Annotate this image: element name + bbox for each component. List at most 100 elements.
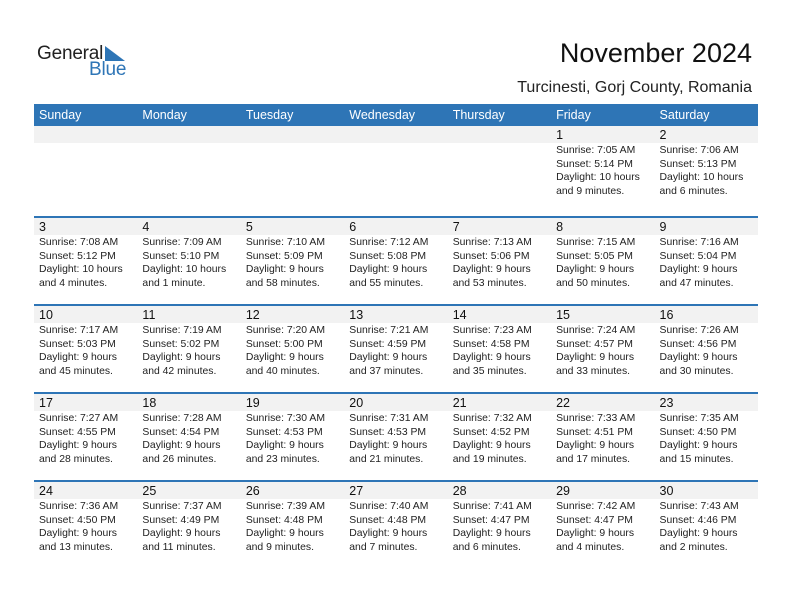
- sunrise-text: Sunrise: 7:08 AM: [39, 237, 119, 248]
- weekday-header-row: Sunday Monday Tuesday Wednesday Thursday Frid…: [34, 104, 758, 126]
- sunrise-text: Sunrise: 7:31 AM: [349, 413, 429, 424]
- day-sun-info: Sunrise: 7:39 AM Sunset: 4:48 PM Daylight:…: [246, 499, 344, 554]
- daylight-text: and 40 minutes.: [245, 365, 320, 377]
- daylight-text: and 1 minute.: [142, 277, 206, 289]
- day-sun-info: Sunrise: 7:42 AM Sunset: 4:47 PM Daylight:…: [556, 499, 654, 554]
- daylight-text: and 50 minutes.: [556, 277, 631, 289]
- day-sun-info: Sunrise: 7:43 AM Sunset: 4:46 PM Daylight:…: [660, 499, 758, 554]
- empty-day-cell: [137, 126, 240, 216]
- daylight-text: Daylight: 9 hours: [39, 528, 117, 539]
- day-number: 28: [447, 482, 552, 499]
- day-number: 21: [447, 394, 552, 411]
- day-cell: 7 Sunrise: 7:13 AM Sunset: 5:06 PM Daylight…: [447, 218, 552, 304]
- day-cell: 9 Sunrise: 7:16 AM Sunset: 5:04 PM Daylight…: [654, 218, 758, 304]
- day-sun-info: Sunrise: 7:36 AM Sunset: 4:50 PM Daylight:…: [39, 499, 137, 554]
- sunrise-text: Sunrise: 7:39 AM: [245, 501, 325, 512]
- daylight-text: and 30 minutes.: [659, 365, 734, 377]
- day-sun-info: Sunrise: 7:05 AM Sunset: 5:14 PM Daylight:…: [556, 143, 654, 198]
- day-number: 25: [137, 482, 241, 499]
- day-cell: 29 Sunrise: 7:42 AM Sunset: 4:47 PM Dayligh…: [551, 482, 655, 568]
- empty-day-cell: [34, 126, 137, 216]
- sunset-text: Sunset: 4:55 PM: [39, 426, 116, 438]
- daylight-text: and 53 minutes.: [452, 277, 527, 289]
- day-cell: 11 Sunrise: 7:19 AM Sunset: 5:02 PM Dayligh…: [137, 306, 241, 392]
- day-number: 27: [344, 482, 448, 499]
- sunset-text: Sunset: 4:54 PM: [142, 426, 220, 438]
- week-row: 3 Sunrise: 7:08 AM Sunset: 5:12 PM Daylight…: [34, 216, 758, 304]
- day-number: 5: [240, 218, 345, 235]
- sunset-text: Sunset: 4:58 PM: [452, 338, 530, 350]
- daylight-text: and 55 minutes.: [349, 277, 424, 289]
- sunset-text: Sunset: 4:51 PM: [556, 426, 633, 438]
- daylight-text: Daylight: 9 hours: [659, 352, 738, 363]
- day-number: 20: [344, 394, 448, 411]
- day-cell: 15 Sunrise: 7:24 AM Sunset: 4:57 PM Dayligh…: [551, 306, 655, 392]
- daylight-text: and 6 minutes.: [452, 541, 521, 553]
- day-number: 23: [654, 394, 758, 411]
- daylight-text: and 11 minutes.: [142, 541, 216, 553]
- day-sun-info: Sunrise: 7:16 AM Sunset: 5:04 PM Daylight:…: [660, 235, 758, 290]
- sunrise-text: Sunrise: 7:09 AM: [142, 237, 222, 248]
- day-number: 12: [240, 306, 345, 323]
- daylight-text: Daylight: 9 hours: [349, 264, 428, 275]
- daylight-text: Daylight: 9 hours: [556, 264, 635, 275]
- sunset-text: Sunset: 5:00 PM: [245, 338, 323, 350]
- daylight-text: and 28 minutes.: [39, 453, 113, 465]
- sunrise-text: Sunrise: 7:30 AM: [245, 413, 325, 424]
- daylight-text: Daylight: 9 hours: [349, 352, 428, 363]
- sunset-text: Sunset: 4:53 PM: [349, 426, 427, 438]
- sunset-text: Sunset: 5:13 PM: [659, 158, 737, 170]
- daylight-text: and 23 minutes.: [245, 453, 320, 465]
- daylight-text: and 9 minutes.: [245, 541, 315, 553]
- day-sun-info: Sunrise: 7:15 AM Sunset: 5:05 PM Daylight:…: [556, 235, 654, 290]
- day-sun-info: Sunrise: 7:32 AM Sunset: 4:52 PM Daylight:…: [453, 411, 551, 466]
- daylight-text: and 21 minutes.: [349, 453, 424, 465]
- logo: General Blue: [37, 43, 137, 83]
- sunrise-text: Sunrise: 7:17 AM: [39, 325, 119, 336]
- daylight-text: and 42 minutes.: [142, 365, 217, 377]
- sunrise-text: Sunrise: 7:42 AM: [556, 501, 636, 512]
- day-number: 2: [654, 126, 758, 143]
- daylight-text: Daylight: 10 hours: [556, 172, 640, 183]
- page-title: November 2024: [559, 38, 752, 68]
- sunrise-text: Sunrise: 7:16 AM: [659, 237, 739, 248]
- day-number: 1: [551, 126, 655, 143]
- week-row: 1 Sunrise: 7:05 AM Sunset: 5:14 PM Daylight…: [34, 126, 758, 216]
- sunset-text: Sunset: 5:06 PM: [452, 250, 530, 262]
- day-number: 8: [551, 218, 655, 235]
- weekday-header-tuesday: Tuesday: [245, 108, 294, 122]
- sunset-text: Sunset: 4:46 PM: [659, 514, 737, 526]
- sunset-text: Sunset: 5:12 PM: [39, 250, 116, 262]
- day-cell: 23 Sunrise: 7:35 AM Sunset: 4:50 PM Dayligh…: [654, 394, 758, 480]
- day-sun-info: Sunrise: 7:30 AM Sunset: 4:53 PM Daylight:…: [246, 411, 344, 466]
- weekday-header-sunday: Sunday: [39, 108, 82, 122]
- daylight-text: and 19 minutes.: [452, 453, 527, 465]
- calendar-weeks: 1 Sunrise: 7:05 AM Sunset: 5:14 PM Daylight…: [34, 126, 758, 568]
- day-cell: 12 Sunrise: 7:20 AM Sunset: 5:00 PM Dayligh…: [240, 306, 345, 392]
- sunrise-text: Sunrise: 7:40 AM: [349, 501, 429, 512]
- sunrise-text: Sunrise: 7:27 AM: [39, 413, 119, 424]
- day-number: 3: [34, 218, 138, 235]
- weekday-header-saturday: Saturday: [659, 108, 710, 122]
- sunset-text: Sunset: 4:52 PM: [452, 426, 530, 438]
- day-cell: 17 Sunrise: 7:27 AM Sunset: 4:55 PM Dayligh…: [34, 394, 138, 480]
- day-sun-info: Sunrise: 7:19 AM Sunset: 5:02 PM Daylight:…: [142, 323, 240, 378]
- logo-text-blue: Blue: [89, 59, 127, 80]
- day-cell: 8 Sunrise: 7:15 AM Sunset: 5:05 PM Daylight…: [551, 218, 655, 304]
- sunrise-text: Sunrise: 7:36 AM: [39, 501, 119, 512]
- day-cell: 19 Sunrise: 7:30 AM Sunset: 4:53 PM Dayligh…: [240, 394, 345, 480]
- day-number: 29: [551, 482, 655, 499]
- sunset-text: Sunset: 4:50 PM: [659, 426, 737, 438]
- day-cell: 28 Sunrise: 7:41 AM Sunset: 4:47 PM Dayligh…: [447, 482, 552, 568]
- daylight-text: and 33 minutes.: [556, 365, 631, 377]
- sunrise-text: Sunrise: 7:43 AM: [659, 501, 739, 512]
- sunrise-text: Sunrise: 7:32 AM: [452, 413, 532, 424]
- day-sun-info: Sunrise: 7:37 AM Sunset: 4:49 PM Daylight:…: [142, 499, 240, 554]
- day-number: 13: [344, 306, 448, 323]
- weekday-header-wednesday: Wednesday: [349, 108, 416, 122]
- daylight-text: Daylight: 9 hours: [659, 440, 738, 451]
- sunrise-text: Sunrise: 7:06 AM: [659, 145, 739, 156]
- day-number: 22: [551, 394, 655, 411]
- sunrise-text: Sunrise: 7:23 AM: [452, 325, 532, 336]
- daylight-text: Daylight: 9 hours: [349, 440, 428, 451]
